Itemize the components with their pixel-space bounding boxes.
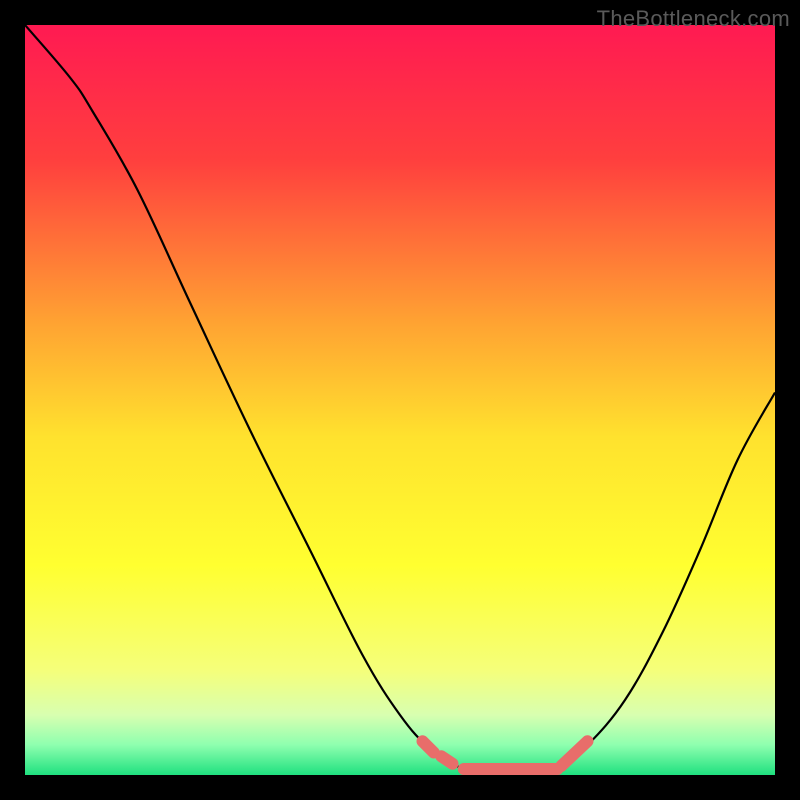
watermark-text: TheBottleneck.com [597,6,790,32]
highlight-segment [441,756,452,764]
chart-container: TheBottleneck.com [0,0,800,800]
chart-background [25,25,775,775]
bottleneck-chart [25,25,775,775]
highlight-segment [423,741,434,752]
